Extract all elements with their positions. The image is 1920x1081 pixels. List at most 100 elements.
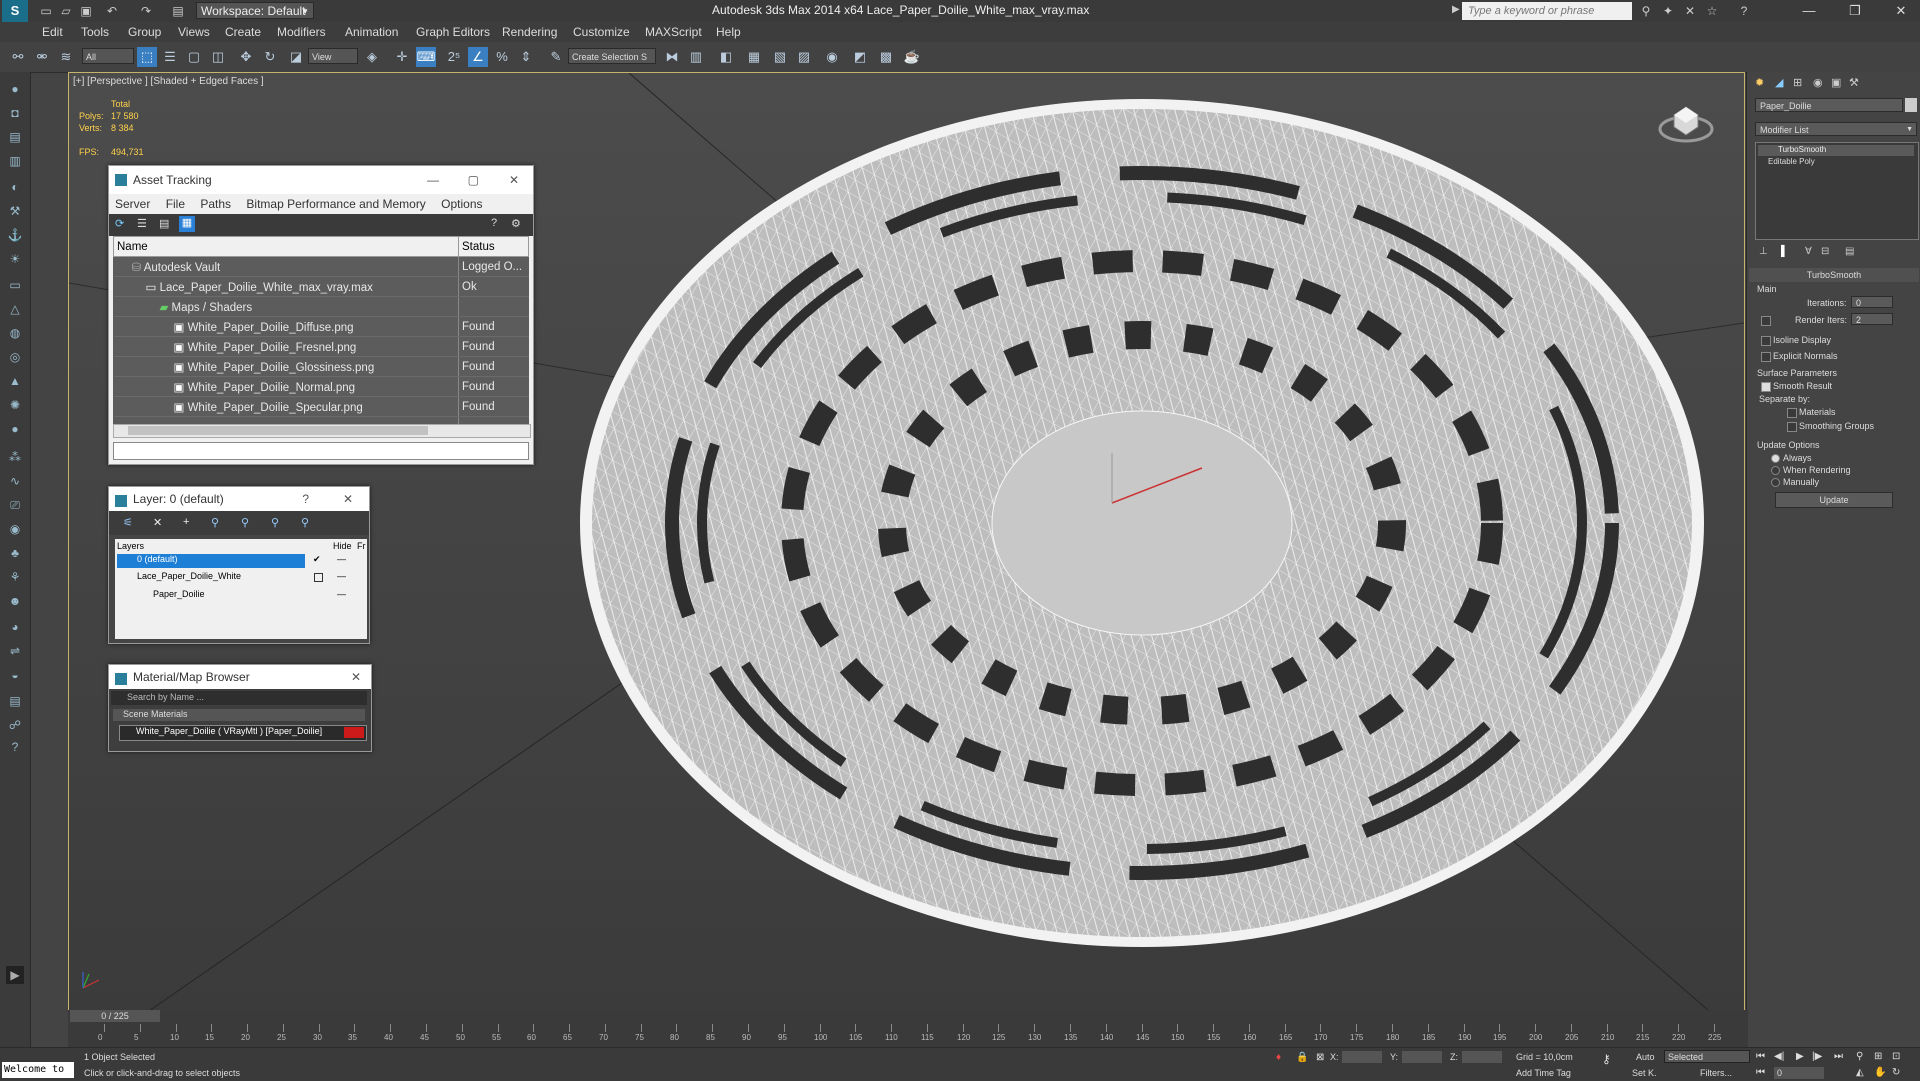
current-layer-toggle[interactable]: [314, 573, 323, 582]
select-by-name-icon[interactable]: ☰: [160, 47, 180, 67]
globe-icon[interactable]: ◉: [6, 520, 24, 538]
snaps-toggle-icon[interactable]: 2⁵: [444, 47, 464, 67]
character-icon[interactable]: ☻: [6, 592, 24, 610]
table-row[interactable]: ▣ White_Paper_Doilie_Glossiness.png Found: [113, 356, 529, 377]
asset-menu-server[interactable]: Server: [115, 194, 150, 214]
helpers-icon[interactable]: ⚓: [6, 226, 24, 244]
asset-menu-paths[interactable]: Paths: [200, 194, 231, 214]
named-selection-dropdown[interactable]: Create Selection S: [568, 48, 656, 64]
viewcube-icon[interactable]: [1658, 93, 1714, 149]
horizontal-scrollbar[interactable]: [113, 424, 531, 438]
layers-column[interactable]: Layers: [117, 541, 144, 551]
tree-icon[interactable]: ♣: [6, 544, 24, 562]
hide-toggle[interactable]: —: [337, 589, 346, 599]
hide-all-icon[interactable]: ⚲: [271, 516, 279, 529]
close-button[interactable]: ✕: [1886, 2, 1916, 20]
column-status[interactable]: Status: [458, 236, 529, 257]
favorites-star-icon[interactable]: ☆: [1704, 3, 1720, 19]
update-button[interactable]: Update: [1775, 492, 1893, 508]
create-sphere-icon[interactable]: ●: [6, 80, 24, 98]
freeze-all-icon[interactable]: ⚲: [301, 516, 309, 529]
graphite-toolbar-icon[interactable]: ▦: [744, 47, 764, 67]
zoom-all-icon[interactable]: ⊞: [1874, 1051, 1882, 1062]
settings-gear-icon[interactable]: ⚙: [511, 217, 521, 230]
field-of-view-icon[interactable]: ◭: [1856, 1067, 1864, 1078]
utilities-icon[interactable]: ⚒: [6, 202, 24, 220]
subscription-icon[interactable]: ✦: [1660, 3, 1676, 19]
omni-light-icon[interactable]: ●: [6, 420, 24, 438]
list-view-icon[interactable]: ☰: [137, 217, 147, 230]
window-minimize-button[interactable]: —: [427, 166, 439, 194]
workspace-dropdown[interactable]: Workspace: Default ▼: [196, 2, 314, 19]
asset-tracking-titlebar[interactable]: Asset Tracking — ▢ ✕: [109, 166, 533, 194]
redo-icon[interactable]: ↷: [138, 3, 154, 19]
mirror-tool-icon[interactable]: ⇌: [6, 642, 24, 660]
communication-center-icon[interactable]: ✕: [1682, 3, 1698, 19]
go-to-start-icon[interactable]: ⏮: [1756, 1051, 1765, 1062]
menu-customize[interactable]: Customize: [573, 25, 630, 39]
explicit-normals-checkbox[interactable]: [1761, 352, 1771, 362]
maximize-button[interactable]: ❐: [1840, 2, 1870, 20]
sun-light-icon[interactable]: ✺: [6, 396, 24, 414]
percent-snap-icon[interactable]: %: [492, 47, 512, 67]
zoom-icon[interactable]: ⚲: [1856, 1051, 1863, 1062]
table-row[interactable]: ▣ White_Paper_Doilie_Normal.png Found: [113, 376, 529, 397]
materials-checkbox[interactable]: [1787, 408, 1797, 418]
schematic-view-icon[interactable]: ▨: [794, 47, 814, 67]
set-key-button[interactable]: Set K.: [1632, 1068, 1657, 1078]
scene-explorer-icon[interactable]: ☍: [6, 716, 24, 734]
key-mode-toggle-icon[interactable]: ⏮: [1756, 1067, 1765, 1078]
motion-tab-icon[interactable]: ◉: [1813, 76, 1823, 89]
pin-stack-icon[interactable]: ⊥: [1759, 246, 1768, 257]
box-primitive-icon[interactable]: ▭: [6, 276, 24, 294]
isolate-icon[interactable]: ♦: [1276, 1052, 1281, 1063]
app-logo-icon[interactable]: S: [2, 0, 28, 22]
display-icon[interactable]: ◐: [6, 178, 24, 196]
time-slider[interactable]: 0 / 225: [70, 1010, 160, 1022]
table-row[interactable]: ▣ White_Paper_Doilie_Diffuse.png Found: [113, 316, 529, 337]
key-mode-dropdown[interactable]: Selected: [1664, 1050, 1750, 1063]
scale-icon[interactable]: ◪: [286, 47, 306, 67]
reference-coordinate-dropdown[interactable]: View: [308, 48, 358, 64]
always-radio[interactable]: [1771, 454, 1780, 463]
lock-selection-icon[interactable]: 🔒: [1296, 1052, 1308, 1063]
window-close-button[interactable]: ✕: [351, 665, 361, 689]
show-end-result-icon[interactable]: ▌: [1781, 246, 1788, 257]
when-rendering-radio[interactable]: [1771, 466, 1780, 475]
select-object-icon[interactable]: ⬚: [137, 47, 157, 67]
smooth-result-checkbox[interactable]: [1761, 382, 1771, 392]
previous-frame-icon[interactable]: ◀|: [1774, 1051, 1784, 1062]
spinner-snap-icon[interactable]: ⇕: [516, 47, 536, 67]
selection-region-icon[interactable]: ▢: [184, 47, 204, 67]
angle-snap-icon[interactable]: ∠: [468, 47, 488, 67]
material-browser-titlebar[interactable]: Material/Map Browser ✕: [109, 665, 371, 689]
window-close-button[interactable]: ✕: [343, 487, 353, 511]
menu-animation[interactable]: Animation: [345, 25, 398, 39]
menu-help[interactable]: Help: [716, 25, 741, 39]
link-icon[interactable]: ⚯: [8, 47, 28, 67]
layer-window-titlebar[interactable]: Layer: 0 (default) ? ✕: [109, 487, 369, 511]
select-manipulate-icon[interactable]: ✛: [392, 47, 412, 67]
minimize-button[interactable]: —: [1794, 2, 1824, 20]
sphere-render-icon[interactable]: ◕: [6, 618, 24, 636]
zoom-extents-icon[interactable]: ⊡: [1892, 1051, 1900, 1062]
manually-radio[interactable]: [1771, 478, 1780, 487]
walkthrough-icon[interactable]: ⚘: [6, 568, 24, 586]
hide-toggle[interactable]: —: [337, 571, 346, 581]
particles-icon[interactable]: ⁂: [6, 448, 24, 466]
mirror-icon[interactable]: ⧓: [662, 47, 682, 67]
delete-layer-icon[interactable]: ✕: [153, 516, 162, 529]
menu-group[interactable]: Group: [128, 25, 161, 39]
layers-tool-icon[interactable]: ▤: [6, 692, 24, 710]
make-unique-icon[interactable]: ∀: [1805, 246, 1812, 257]
y-coordinate-field[interactable]: [1402, 1051, 1442, 1063]
question-icon[interactable]: ?: [6, 738, 24, 756]
auto-key-button[interactable]: Auto: [1636, 1052, 1655, 1062]
camera-icon[interactable]: ⎚: [6, 496, 24, 514]
lights-icon[interactable]: ☀: [6, 250, 24, 268]
menu-tools[interactable]: Tools: [81, 25, 109, 39]
rendered-frame-window-icon[interactable]: ▩: [876, 47, 896, 67]
help-search-input[interactable]: Type a keyword or phrase: [1462, 2, 1632, 20]
motion-icon[interactable]: ▥: [6, 152, 24, 170]
x-coordinate-field[interactable]: [1342, 1051, 1382, 1063]
